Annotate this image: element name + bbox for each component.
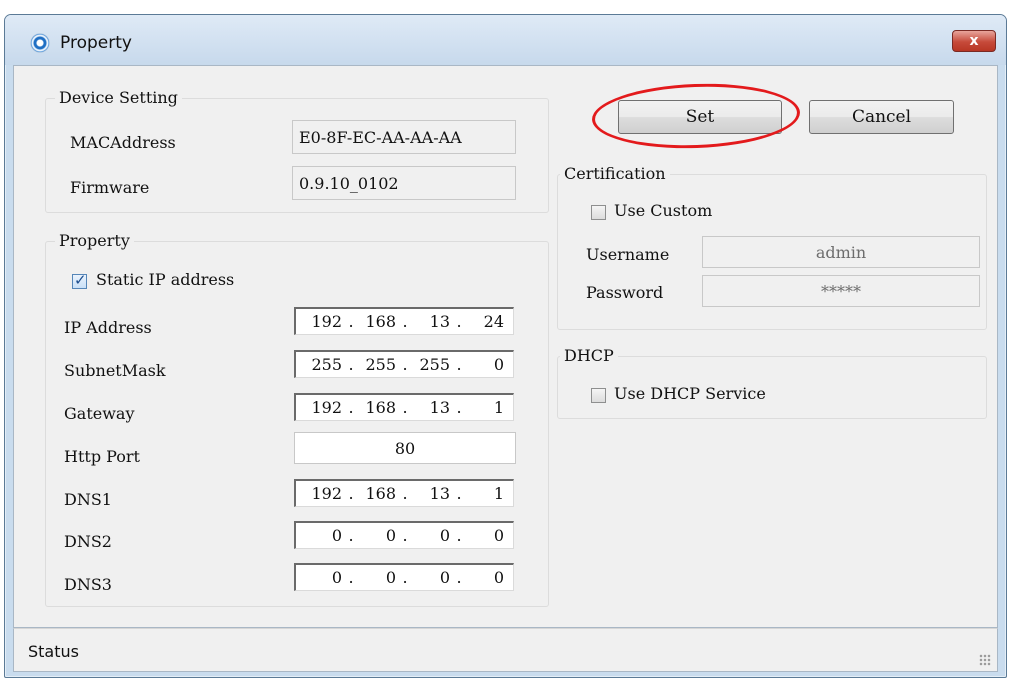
firmware-label: Firmware bbox=[70, 178, 150, 197]
dns1-octet-1: 192 bbox=[311, 484, 342, 503]
subnet-octet-1: 255 bbox=[311, 355, 342, 374]
ip-octet-3: 13 bbox=[429, 312, 450, 331]
subnet-mask-label: SubnetMask bbox=[64, 361, 166, 380]
dns3-octet-4: 0 bbox=[493, 568, 504, 587]
dns1-octet-4: 1 bbox=[493, 484, 504, 503]
use-custom-label[interactable]: Use Custom bbox=[614, 201, 712, 220]
property-label: Property bbox=[55, 231, 134, 250]
gateway-octet-2: 168 bbox=[365, 398, 396, 417]
password-label: Password bbox=[586, 283, 664, 302]
dns3-label: DNS3 bbox=[64, 575, 112, 594]
firmware-field: 0.9.10_0102 bbox=[292, 166, 516, 200]
gateway-octet-4: 1 bbox=[493, 398, 504, 417]
dialog-body: Device Setting MACAddress E0-8F-EC-AA-AA… bbox=[13, 65, 998, 628]
property-group: Property Static IP address IP Address 19… bbox=[45, 231, 549, 607]
gateway-octet-1: 192 bbox=[311, 398, 342, 417]
app-icon bbox=[31, 34, 49, 52]
cancel-button[interactable]: Cancel bbox=[809, 100, 954, 134]
status-text: Status bbox=[28, 642, 79, 661]
dns3-octet-1: 0 bbox=[331, 568, 342, 587]
subnet-octet-3: 255 bbox=[419, 355, 450, 374]
ip-octet-2: 168 bbox=[365, 312, 396, 331]
dns2-label: DNS2 bbox=[64, 532, 112, 551]
dns1-octet-2: 168 bbox=[365, 484, 396, 503]
gateway-octet-3: 13 bbox=[429, 398, 450, 417]
size-grip-icon[interactable] bbox=[979, 654, 991, 666]
dns2-input[interactable]: 0. 0. 0. 0 bbox=[294, 521, 514, 549]
use-dhcp-checkbox[interactable] bbox=[591, 388, 606, 403]
gateway-input[interactable]: 192. 168. 13. 1 bbox=[294, 393, 514, 421]
mac-address-label: MACAddress bbox=[70, 133, 176, 152]
password-field[interactable]: ***** bbox=[702, 275, 980, 307]
http-port-value: 80 bbox=[394, 438, 416, 458]
dhcp-label: DHCP bbox=[560, 346, 618, 365]
password-value: ***** bbox=[821, 281, 861, 301]
dns2-octet-4: 0 bbox=[493, 526, 504, 545]
dns3-octet-3: 0 bbox=[439, 568, 450, 587]
use-dhcp-label[interactable]: Use DHCP Service bbox=[614, 384, 766, 403]
ip-octet-4: 24 bbox=[483, 312, 504, 331]
username-field[interactable]: admin bbox=[702, 236, 980, 268]
username-value: admin bbox=[815, 242, 867, 262]
dns1-octet-3: 13 bbox=[429, 484, 450, 503]
title-bar[interactable]: Property x bbox=[5, 15, 1006, 65]
dhcp-group: DHCP Use DHCP Service bbox=[557, 346, 987, 419]
certification-label: Certification bbox=[560, 164, 670, 183]
ip-octet-1: 192 bbox=[311, 312, 342, 331]
http-port-label: Http Port bbox=[64, 447, 140, 466]
certification-group: Certification Use Custom Username admin … bbox=[557, 164, 987, 330]
http-port-input[interactable]: 80 bbox=[294, 432, 516, 464]
static-ip-checkbox[interactable] bbox=[72, 271, 87, 289]
dns1-input[interactable]: 192. 168. 13. 1 bbox=[294, 479, 514, 507]
subnet-octet-2: 255 bbox=[365, 355, 396, 374]
static-ip-label[interactable]: Static IP address bbox=[96, 270, 234, 289]
use-custom-checkbox[interactable] bbox=[591, 205, 606, 220]
window-title: Property bbox=[60, 33, 132, 53]
close-icon[interactable]: x bbox=[952, 30, 996, 52]
dns2-octet-3: 0 bbox=[439, 526, 450, 545]
dns3-octet-2: 0 bbox=[385, 568, 396, 587]
gateway-label: Gateway bbox=[64, 404, 135, 423]
dns1-label: DNS1 bbox=[64, 490, 112, 509]
property-window: Property x Device Setting MACAddress E0-… bbox=[4, 14, 1007, 678]
dns2-octet-2: 0 bbox=[385, 526, 396, 545]
mac-address-value: E0-8F-EC-AA-AA-AA bbox=[299, 127, 462, 147]
ip-address-label: IP Address bbox=[64, 318, 152, 337]
username-label: Username bbox=[586, 245, 670, 264]
ip-address-input[interactable]: 192. 168. 13. 24 bbox=[294, 307, 514, 335]
dns2-octet-1: 0 bbox=[331, 526, 342, 545]
mac-address-field: E0-8F-EC-AA-AA-AA bbox=[292, 120, 516, 154]
dns3-input[interactable]: 0. 0. 0. 0 bbox=[294, 563, 514, 591]
status-bar: Status bbox=[13, 628, 998, 672]
subnet-octet-4: 0 bbox=[493, 355, 504, 374]
firmware-value: 0.9.10_0102 bbox=[299, 173, 399, 193]
device-setting-group: Device Setting MACAddress E0-8F-EC-AA-AA… bbox=[45, 88, 549, 213]
subnet-mask-input[interactable]: 255. 255. 255. 0 bbox=[294, 350, 514, 378]
device-setting-label: Device Setting bbox=[55, 88, 182, 107]
